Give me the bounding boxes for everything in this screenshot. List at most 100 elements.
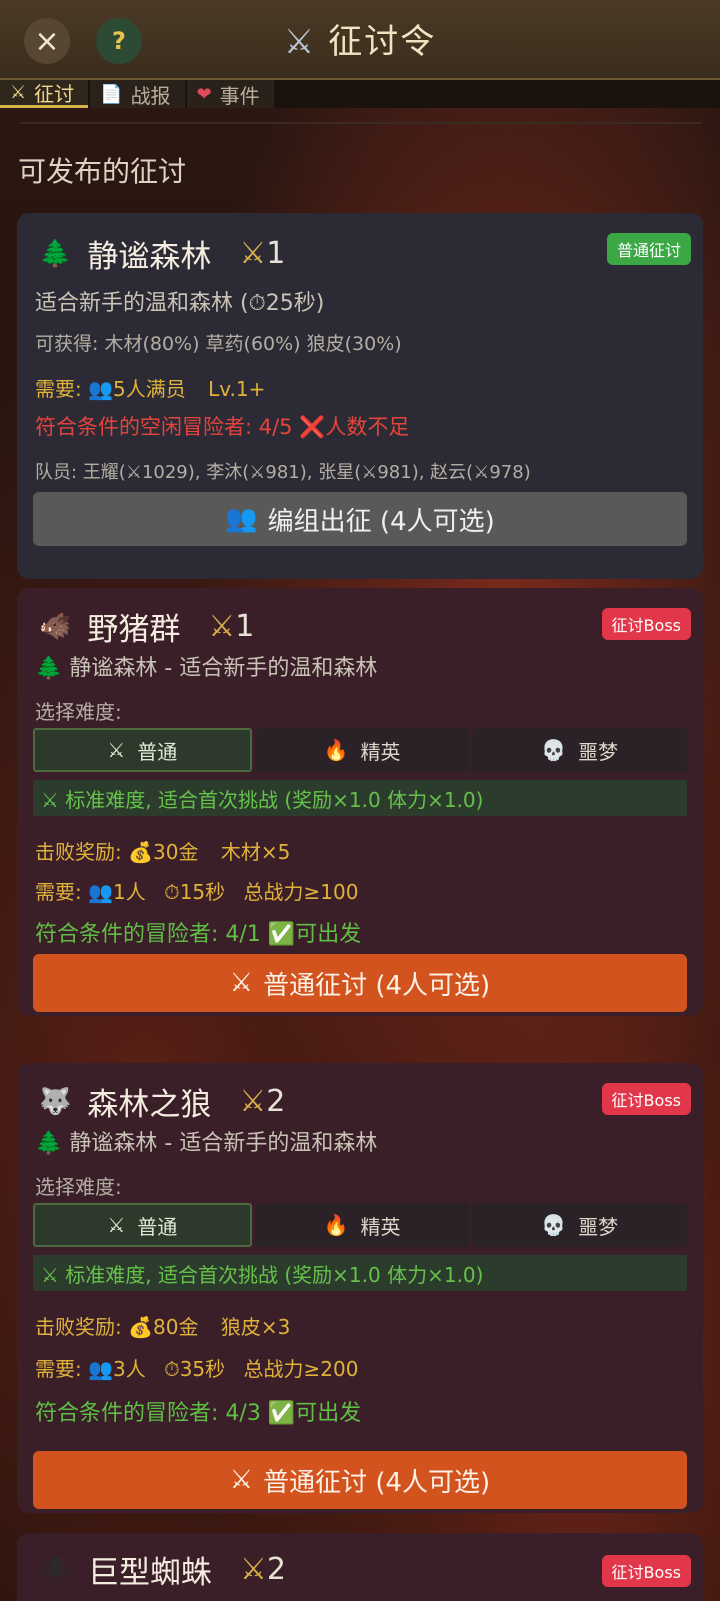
crossed-swords-icon: ⚔ [10,82,27,103]
normal-expedition-button[interactable]: ⚔ 普通征讨 (4人可选) [33,954,687,1012]
level-value: 1 [266,236,286,271]
fire-icon: 🔥 [323,738,349,762]
tree-icon: 🌲 [39,238,72,269]
difficulty-description: ⚔ 标准难度, 适合首次挑战 (奖励×1.0 体力×1.0) [33,780,687,816]
button-label: 普通征讨 (4人可选) [263,1467,491,1498]
req-power: 总战力≥100 [243,880,359,904]
page-title: ⚔ 征讨令 [0,14,720,63]
boss-badge: 征讨Boss [601,608,691,640]
tab-label: 征讨 [34,82,75,106]
member-list: 队员: 王耀(⚔1029), 李沐(⚔981), 张星(⚔981), 赵云(⚔9… [35,462,531,483]
crossed-swords-icon: ⚔ [208,609,236,644]
difficulty-selector: ⚔ 普通 🔥 精英 💀 噩梦 [33,728,688,772]
eligible-status: ✅可出发 [267,922,362,947]
form-team-button[interactable]: 👥 编组出征 (4人可选) [33,492,687,546]
difficulty-selector: ⚔ 普通 🔥 精英 💀 噩梦 [33,1203,688,1247]
crossed-swords-icon: ⚔ [229,968,254,998]
event-icon: ❤ [196,83,212,105]
divider [20,122,702,124]
req-label: 需要: [35,377,82,401]
crossed-swords-icon: ⚔ [283,22,317,62]
boar-icon: 🐗 [39,611,72,642]
boss-location: 🌲 静谧森林 - 适合新手的温和森林 [35,650,377,682]
req-time: ⏱15秒 [164,880,226,904]
button-label: 普通征讨 (4人可选) [263,970,491,1001]
reward-label: 击败奖励: [35,1315,122,1339]
req-label: 需要: [35,880,82,904]
reward-item: 木材×5 [220,840,291,864]
tree-icon: 🌲 [35,1131,63,1156]
boss-card: 🐺 森林之狼 ⚔2 征讨Boss 🌲 静谧森林 - 适合新手的温和森林 选择难度… [17,1063,703,1513]
difficulty-label: 噩梦 [578,1214,619,1239]
crossed-swords-icon: ⚔ [239,1084,267,1119]
req-level: Lv.1+ [208,377,266,401]
people-icon: 👥 [88,377,114,401]
reward-label: 击败奖励: [35,840,122,864]
card-header: 🕷 巨型蜘蛛 ⚔2 [39,1547,286,1592]
boss-card: 🕷 巨型蜘蛛 ⚔2 征讨Boss [17,1533,703,1601]
tree-icon: 🌲 [35,656,63,681]
level-value: 1 [235,609,255,644]
fire-icon: 🔥 [323,1213,349,1237]
difficulty-description: ⚔ 标准难度, 适合首次挑战 (奖励×1.0 体力×1.0) [33,1255,687,1291]
reward-line: 击败奖励: 💰30金 木材×5 [35,836,290,865]
difficulty-label: 精英 [360,739,401,764]
difficulty-nightmare-button[interactable]: 💀 噩梦 [472,728,688,772]
zone-name: 静谧森林 [87,239,212,275]
tab-battle-report[interactable]: 📄 战报 [90,80,185,108]
eligible-count: 符合条件的冒险者: 4/3 [35,1401,261,1426]
wolf-icon: 🐺 [39,1086,72,1117]
difficulty-normal-button[interactable]: ⚔ 普通 [33,728,252,772]
tab-expedition[interactable]: ⚔ 征讨 [0,80,89,108]
zone-description: 适合新手的温和森林 (⏱25秒) [35,291,325,316]
normal-expedition-button[interactable]: ⚔ 普通征讨 (4人可选) [33,1451,687,1509]
tab-events[interactable]: ❤ 事件 [186,80,274,108]
eligible-line: 符合条件的空闲冒险者: 4/5 ❌人数不足 [35,411,409,441]
crossed-swords-icon: ⚔ [240,1552,267,1587]
req-power: 总战力≥200 [243,1357,359,1381]
boss-card: 🐗 野猪群 ⚔1 征讨Boss 🌲 静谧森林 - 适合新手的温和森林 选择难度:… [17,588,703,1016]
tab-label: 战报 [130,83,171,108]
card-header: 🐗 野猪群 ⚔1 [39,604,254,649]
requirements: 需要: 👥1人 ⏱15秒 总战力≥100 [35,876,358,905]
difficulty-elite-button[interactable]: 🔥 精英 [254,728,470,772]
reward-gold: 💰30金 [128,840,199,864]
eligible-status: ❌人数不足 [299,415,410,439]
req-label: 需要: [35,1357,82,1381]
section-title: 可发布的征讨 [18,155,187,188]
boss-name: 森林之狼 [87,1087,212,1123]
requirements: 需要: 👥3人 ⏱35秒 总战力≥200 [35,1353,358,1382]
tab-bar: ⚔ 征讨 📄 战报 ❤ 事件 [0,80,720,108]
card-header: 🌲 静谧森林 ⚔1 [39,231,285,276]
difficulty-elite-button[interactable]: 🔥 精英 [254,1203,470,1247]
boss-name: 野猪群 [87,612,181,648]
difficulty-label: 普通 [137,1214,178,1239]
level-indicator: ⚔2 [239,1084,285,1119]
card-header: 🐺 森林之狼 ⚔2 [39,1079,285,1124]
tab-label: 事件 [219,83,260,108]
difficulty-label: 选择难度: [35,1175,122,1199]
eligible-count: 符合条件的空闲冒险者: 4/5 [35,415,293,439]
crossed-swords-icon: ⚔ [239,236,267,271]
reward-gold: 💰80金 [128,1315,199,1339]
skull-icon: 💀 [541,738,567,762]
difficulty-nightmare-button[interactable]: 💀 噩梦 [472,1203,688,1247]
eligible-status: ✅可出发 [267,1401,362,1426]
spider-icon: 🕷 [39,1554,73,1585]
boss-location: 🌲 静谧森林 - 适合新手的温和森林 [35,1125,377,1157]
eligible-line: 符合条件的冒险者: 4/1 ✅可出发 [35,916,361,948]
crossed-swords-icon: ⚔ [107,738,126,762]
difficulty-label: 精英 [360,1214,401,1239]
difficulty-normal-button[interactable]: ⚔ 普通 [33,1203,252,1247]
crossed-swords-icon: ⚔ [107,1213,126,1237]
requirements: 需要: 👥5人满员 Lv.1+ [35,373,265,402]
req-people: 5人满员 [113,377,186,401]
people-icon: 👥 [225,504,258,534]
eligible-line: 符合条件的冒险者: 4/3 ✅可出发 [35,1395,361,1427]
reward-line: 击败奖励: 💰80金 狼皮×3 [35,1311,290,1340]
level-value: 2 [266,1084,286,1119]
type-badge: 普通征讨 [606,233,691,265]
req-people: 👥3人 [88,1357,146,1381]
zone-rewards: 可获得: 木材(80%) 草药(60%) 狼皮(30%) [35,333,402,355]
difficulty-label: 噩梦 [578,739,619,764]
